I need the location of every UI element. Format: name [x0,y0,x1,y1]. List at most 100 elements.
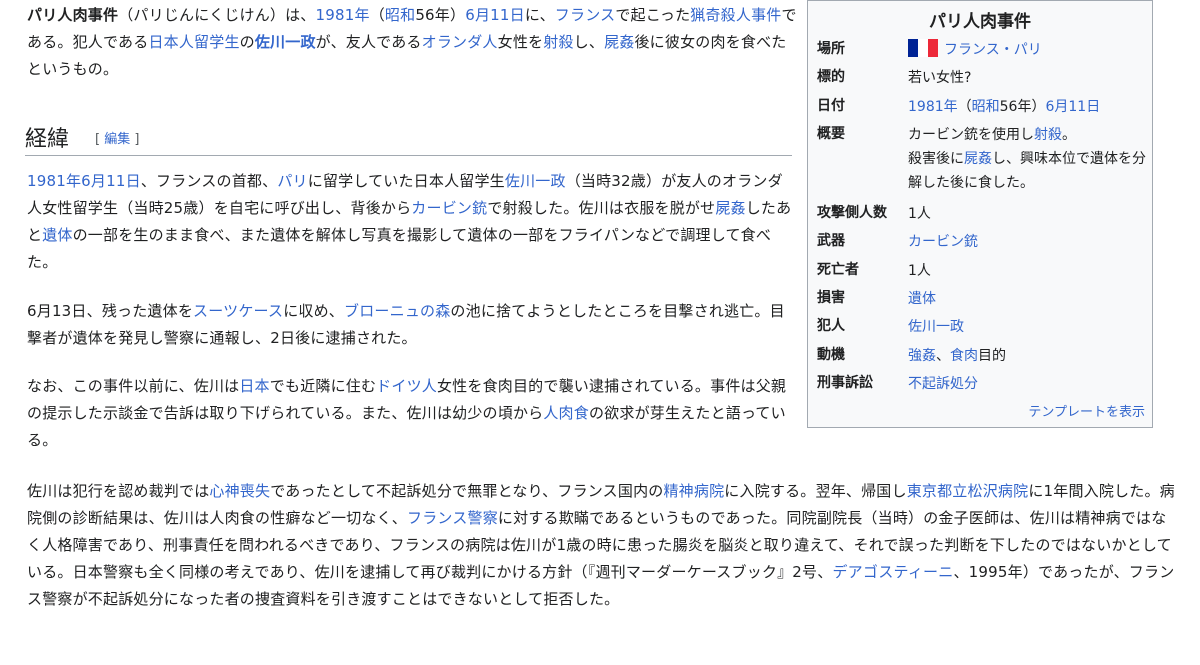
text: 、フランスの首都、 [140,172,278,190]
text: で射殺した。佐川は衣服を脱がせ [487,199,716,217]
row-label: 動機 [817,347,845,363]
text: 殺害後に [908,151,964,167]
paragraph-3: なお、この事件以前に、佐川は日本でも近隣に住むドイツ人女性を食肉目的で襲い逮捕さ… [27,373,797,454]
link-french-police[interactable]: フランス警察 [407,509,498,527]
row-value: フランス・パリ [908,38,1153,62]
link-necrophilia-2[interactable]: 屍姦 [715,199,745,217]
text: に収め、 [283,302,345,320]
text: 女性を [497,33,544,51]
row-value: 1人 [908,263,931,279]
link-cannibalism[interactable]: 人肉食 [543,404,589,422]
link-psychiatric-hospital[interactable]: 精神病院 [663,482,724,500]
link-insanity[interactable]: 心神喪失 [209,482,270,500]
text: （ [957,99,972,115]
row-label: 攻撃側人数 [817,205,887,221]
row-label: 損害 [817,290,845,306]
link-bizarre-murder[interactable]: 猟奇殺人事件 [690,6,781,24]
row-label: 日付 [817,98,845,114]
link-suitcase[interactable]: スーツケース [193,302,283,320]
text: でも近隣に住む [269,377,377,395]
text: に、 [524,6,555,24]
bracket: [ [95,132,101,147]
row-label: 標的 [817,69,845,85]
link-1981[interactable]: 1981年 [316,6,370,24]
link-sagawa-bold[interactable]: 佐川一政 [255,33,316,51]
france-flag-icon [908,39,938,57]
text: 目的 [978,348,1006,364]
flag-red [928,39,938,57]
link-non-prosecution[interactable]: 不起訴処分 [908,376,978,392]
row-value: 1981年（昭和56年）6月11日 [908,95,1153,119]
row-label: 犯人 [817,318,845,334]
section-heading: 経緯 [ 編集 ] [25,113,792,156]
paragraph-1: 1981年6月11日、フランスの首都、パリに留学していた日本人留学生佐川一政（当… [27,168,797,276]
text: 56年） [999,99,1046,115]
row-value: 遺体 [908,287,1153,311]
link-corpse[interactable]: 遺体 [42,226,72,244]
row-label: 刑事訴訟 [817,375,873,391]
link-june11-info[interactable]: 6月11日 [1045,99,1100,115]
row-value: 若い女性? [908,70,972,86]
link-corpse-info[interactable]: 遺体 [908,291,936,307]
text: 、 [936,348,950,364]
text: が、友人である [315,33,422,51]
link-paris[interactable]: パリ [277,172,307,190]
link-japan[interactable]: 日本 [239,377,269,395]
text: 佐川は犯行を認め裁判では [27,482,210,500]
text: カービン銃を使用し [908,127,1034,143]
section-title: 経緯 [25,127,70,152]
link-date-full[interactable]: 1981年6月11日 [27,172,141,190]
bracket: ] [134,132,140,147]
text: し、 [573,33,605,51]
link-dutch[interactable]: オランダ人 [422,33,498,51]
flag-blue [908,39,918,57]
link-necrophilia[interactable]: 屍姦 [604,33,634,51]
row-value: 強姦、食肉目的 [908,344,1153,368]
text: 6月13日、残った遺体を [27,302,194,320]
link-showa[interactable]: 昭和 [385,6,415,24]
row-label: 概要 [817,126,845,142]
link-meat[interactable]: 食肉 [950,348,978,364]
link-necro-info[interactable]: 屍姦 [964,151,992,167]
text: なお、この事件以前に、佐川は [27,377,240,395]
link-carbine[interactable]: カービン銃 [411,199,487,217]
text: の一部を生のまま食べ、また遺体を解体し写真を撮影して遺体の一部をフライパンなどで… [27,226,772,271]
link-shooting[interactable]: 射殺 [543,33,573,51]
link-carbine-info[interactable]: カービン銃 [908,234,978,250]
link-june-11[interactable]: 6月11日 [465,6,525,24]
text: （ [369,6,385,24]
intro-paragraph: パリ人肉事件（パリじんにくじけん）は、1981年（昭和56年）6月11日に、フラ… [27,2,797,83]
text: の [239,33,255,51]
link-sagawa-info[interactable]: 佐川一政 [908,319,964,335]
link-france[interactable]: フランス [555,6,616,24]
link-japanese-student[interactable]: 日本人留学生 [148,33,239,51]
link-matsuzawa-hospital[interactable]: 東京都立松沢病院 [907,482,1029,500]
link-deagostini[interactable]: デアゴスティーニ [832,563,953,581]
row-label: 死亡者 [817,262,859,278]
text: に留学していた日本人留学生 [307,172,505,190]
text: （パリじんにくじけん）は、 [118,6,316,24]
paragraph-2: 6月13日、残った遺体をスーツケースに収め、ブローニュの森の池に捨てようとしたと… [27,298,797,352]
edit-link[interactable]: 編集 [104,132,130,147]
row-value: 不起訴処分 [908,372,1153,396]
row-label: 場所 [817,41,845,57]
paragraph-4: 佐川は犯行を認め裁判では心神喪失であったとして不起訴処分で無罪となり、フランス国… [27,478,1177,613]
flag-white [918,39,928,57]
row-value: 1人 [908,206,931,222]
article-title-bold: パリ人肉事件 [27,6,119,24]
link-german[interactable]: ドイツ人 [376,377,437,395]
link-bois-de-boulogne[interactable]: ブローニュの森 [344,302,450,320]
link-1981-info[interactable]: 1981年 [908,99,958,115]
link-shot-info[interactable]: 射殺 [1034,127,1062,143]
show-template-link[interactable]: テンプレートを表示 [1028,401,1145,420]
text: 56年） [415,6,466,24]
link-sagawa[interactable]: 佐川一政 [505,172,566,190]
row-value: 佐川一政 [908,315,1153,339]
text: で起こった [615,6,691,24]
infobox-title: パリ人肉事件 [929,12,1031,32]
link-france-paris[interactable]: フランス・パリ [944,42,1042,58]
row-value: カービン銃を使用し射殺。 殺害後に屍姦し、興味本位で遺体を分解した後に食した。 [908,123,1153,195]
text: 。 [1062,127,1076,143]
link-rape[interactable]: 強姦 [908,348,936,364]
link-showa-info[interactable]: 昭和 [972,99,1000,115]
